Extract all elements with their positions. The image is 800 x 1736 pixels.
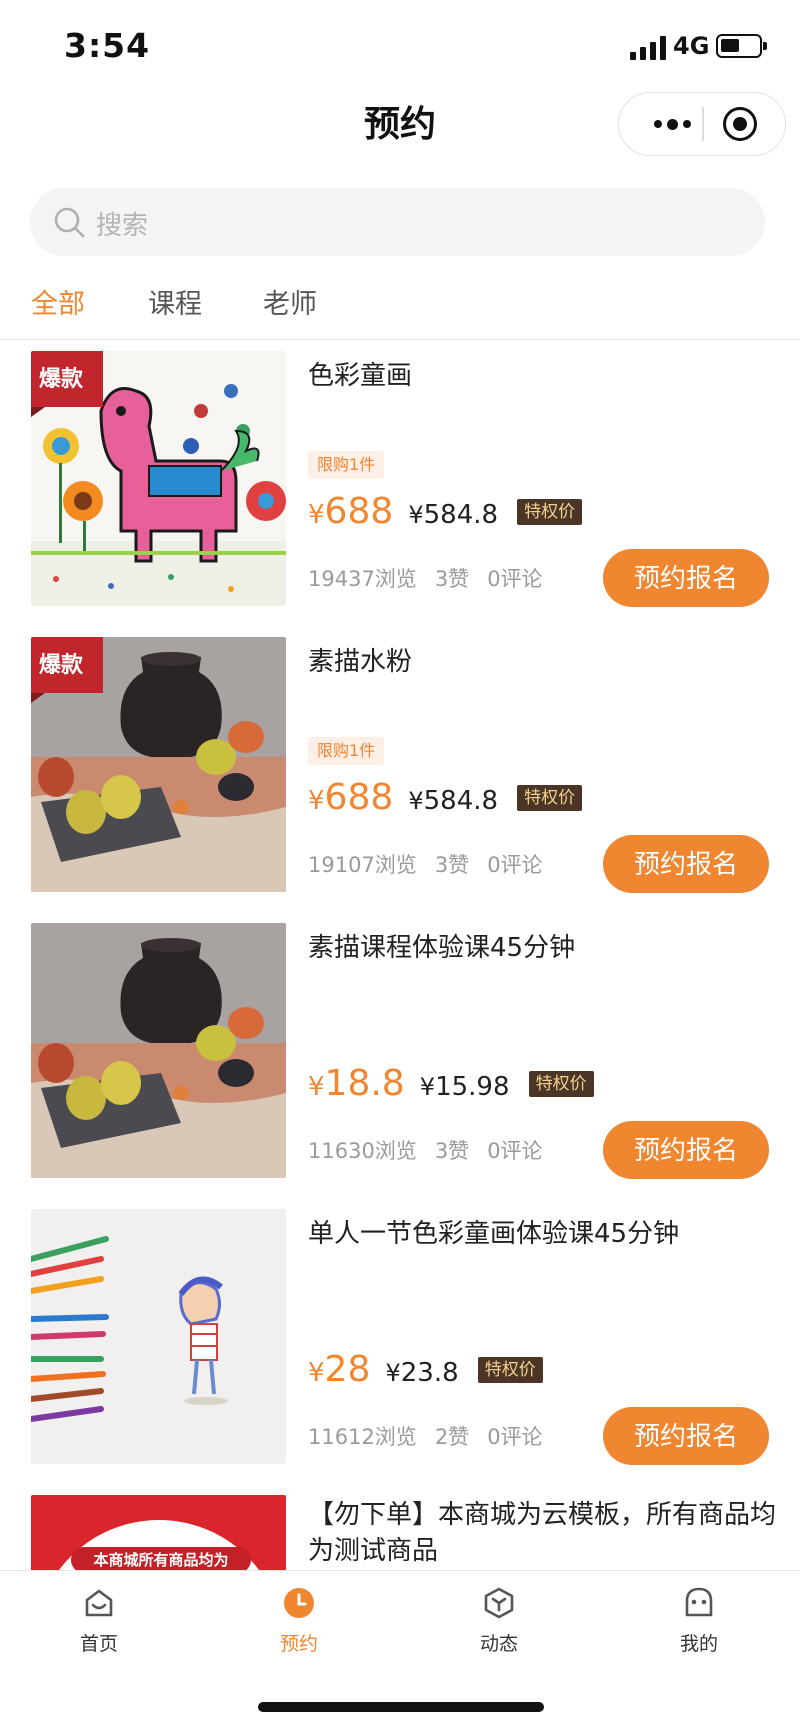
network-type: 4G	[673, 32, 710, 60]
product-image: 本商城所有商品均为	[31, 1495, 286, 1570]
product-image: 爆款	[31, 351, 286, 606]
product-image: 爆款	[31, 637, 286, 892]
price: 28	[324, 1349, 371, 1390]
product-title: 素描水粉	[308, 647, 413, 677]
comments-count: 0评论	[487, 1139, 543, 1163]
price-row: ¥688 ¥584.8 特权价	[308, 777, 583, 827]
tabbar-item-feed[interactable]: 动态	[439, 1585, 559, 1656]
category-tabs: 全部 课程 老师	[0, 276, 800, 340]
hot-badge: 爆款	[31, 637, 103, 703]
vip-price: 15.98	[435, 1072, 510, 1102]
battery-icon	[716, 34, 767, 58]
price-row: ¥688 ¥584.8 特权价	[308, 491, 583, 541]
vip-price-symbol: ¥	[419, 1073, 436, 1101]
product-title: 色彩童画	[308, 361, 413, 391]
comments-count: 0评论	[487, 853, 543, 877]
vip-price-tag: 特权价	[477, 1357, 543, 1383]
tab-courses[interactable]: 课程	[148, 282, 202, 321]
product-list: 爆款 色彩童画 限购1件 ¥688 ¥584.8 特权价 19437浏览 3赞 0评…	[0, 341, 800, 1570]
vip-price-tag: 特权价	[517, 499, 583, 525]
views-count: 11630浏览	[308, 1139, 417, 1163]
price-symbol: ¥	[308, 786, 325, 816]
cube-icon	[484, 1587, 514, 1619]
comments-count: 0评论	[487, 1425, 543, 1449]
book-button[interactable]: 预约报名	[603, 835, 769, 893]
product-stats: 11630浏览 3赞 0评论	[308, 1135, 561, 1165]
comments-count: 0评论	[487, 567, 543, 591]
book-button[interactable]: 预约报名	[603, 1407, 769, 1465]
vip-price: 584.8	[423, 500, 499, 530]
tabbar-label: 预约	[279, 1633, 318, 1655]
vip-price-symbol: ¥	[408, 501, 424, 529]
product-item[interactable]: 素描课程体验课45分钟 ¥18.8 ¥15.98 特权价 11630浏览 3赞 0评…	[0, 913, 800, 1199]
price-symbol: ¥	[308, 500, 325, 530]
product-stats: 19107浏览 3赞 0评论	[308, 849, 561, 879]
notice-banner-text: 本商城所有商品均为	[71, 1547, 251, 1570]
page: 3:54 4G 预约 搜索 全部 课程 老师 爆款 色彩童画 限购1件 ¥688…	[0, 0, 800, 1736]
price: 18.8	[324, 1063, 405, 1104]
limit-tag: 限购1件	[308, 451, 385, 479]
status-time: 3:54	[64, 26, 151, 65]
book-button[interactable]: 预约报名	[603, 1121, 769, 1179]
hot-badge: 爆款	[31, 351, 103, 417]
tabbar-item-home[interactable]: 首页	[39, 1585, 159, 1656]
status-bar: 3:54 4G	[0, 0, 800, 92]
views-count: 19437浏览	[308, 567, 417, 591]
price-symbol: ¥	[308, 1072, 325, 1102]
vip-price-symbol: ¥	[408, 787, 424, 815]
search-icon	[54, 207, 85, 238]
likes-count: 2赞	[434, 1425, 470, 1449]
price: 688	[324, 777, 394, 818]
tab-teachers[interactable]: 老师	[263, 282, 317, 321]
tabbar-label: 我的	[679, 1633, 718, 1655]
price: 688	[324, 491, 394, 532]
product-stats: 19437浏览 3赞 0评论	[308, 563, 561, 593]
tabbar-item-booking[interactable]: 预约	[239, 1585, 359, 1656]
home-indicator	[258, 1702, 544, 1712]
clock-icon	[284, 1588, 314, 1618]
close-target-icon[interactable]	[723, 107, 757, 141]
product-title: 单人一节色彩童画体验课45分钟	[308, 1219, 680, 1249]
views-count: 11612浏览	[308, 1425, 417, 1449]
product-item[interactable]: 爆款 素描水粉 限购1件 ¥688 ¥584.8 特权价 19107浏览 3赞 0评…	[0, 627, 800, 913]
product-item[interactable]: 单人一节色彩童画体验课45分钟 ¥28 ¥23.8 特权价 11612浏览 2赞 0…	[0, 1199, 800, 1485]
vip-price-symbol: ¥	[385, 1359, 401, 1387]
likes-count: 3赞	[434, 567, 470, 591]
signal-icon	[630, 36, 668, 60]
vip-price: 23.8	[400, 1358, 459, 1388]
product-title: 【勿下单】本商城为云模板，所有商品均为测试商品	[308, 1500, 777, 1566]
tab-all[interactable]: 全部	[31, 282, 85, 321]
more-icon[interactable]	[641, 93, 703, 155]
vip-price-tag: 特权价	[517, 785, 583, 811]
vip-price-tag: 特权价	[528, 1071, 594, 1097]
likes-count: 3赞	[434, 1139, 470, 1163]
vip-price: 584.8	[423, 786, 499, 816]
price-row: ¥28 ¥23.8 特权价	[308, 1349, 543, 1399]
tabbar-label: 首页	[79, 1633, 118, 1655]
mini-program-capsule	[618, 92, 786, 156]
tabbar-item-mine[interactable]: 我的	[639, 1585, 759, 1656]
product-item[interactable]: 爆款 色彩童画 限购1件 ¥688 ¥584.8 特权价 19437浏览 3赞 0评…	[0, 341, 800, 627]
product-title: 素描课程体验课45分钟	[308, 933, 576, 963]
search-bar[interactable]: 搜索	[30, 188, 765, 256]
user-face-icon	[685, 1587, 713, 1617]
search-placeholder: 搜索	[96, 211, 149, 241]
product-image	[31, 923, 286, 1178]
capsule-divider	[702, 107, 704, 141]
product-image	[31, 1209, 286, 1464]
price-row: ¥18.8 ¥15.98 特权价	[308, 1063, 594, 1113]
book-button[interactable]: 预约报名	[603, 549, 769, 607]
product-stats: 11612浏览 2赞 0评论	[308, 1421, 561, 1451]
views-count: 19107浏览	[308, 853, 417, 877]
product-item[interactable]: 本商城所有商品均为 【勿下单】本商城为云模板，所有商品均为测试商品	[0, 1485, 800, 1570]
home-icon	[85, 1589, 113, 1617]
likes-count: 3赞	[434, 853, 470, 877]
price-symbol: ¥	[308, 1358, 325, 1388]
limit-tag: 限购1件	[308, 737, 385, 765]
tabbar-label: 动态	[479, 1633, 518, 1655]
